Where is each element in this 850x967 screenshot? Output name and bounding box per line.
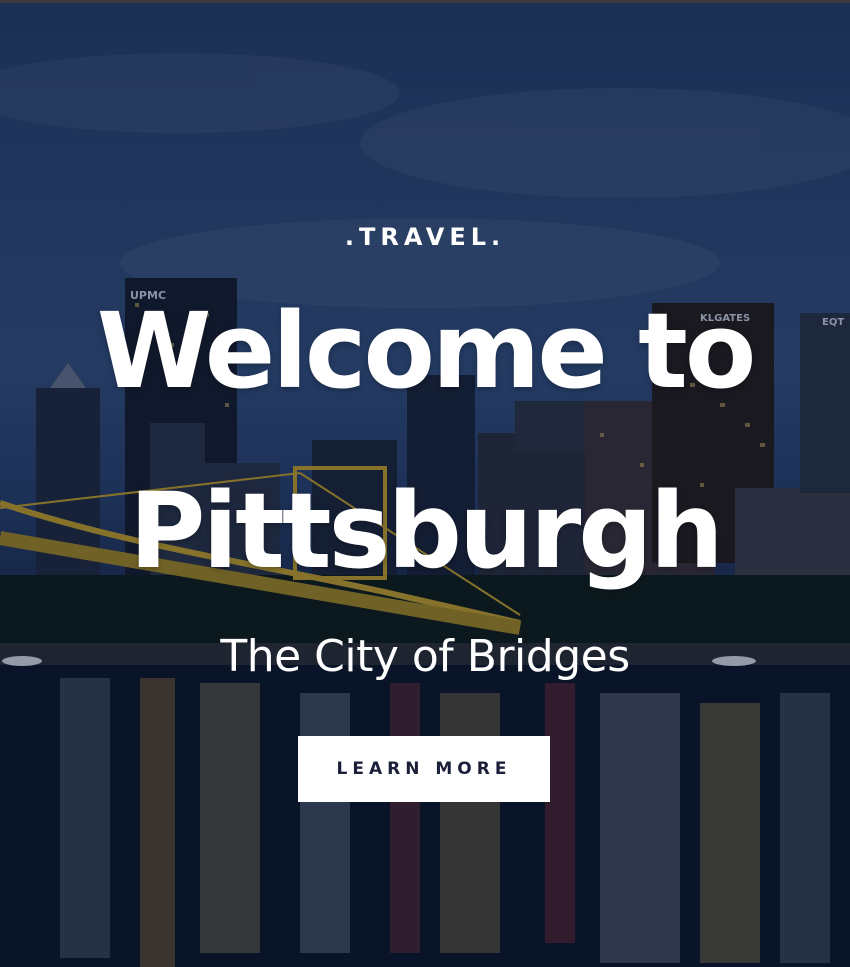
hero-section: UPMC KLGATES EQT .TRAVEL. Welcome to Pit… [0, 0, 850, 967]
hero-content: .TRAVEL. Welcome to Pittsburgh The City … [0, 3, 850, 967]
hero-subtitle: The City of Bridges [220, 631, 630, 682]
hero-title-line-2: Pittsburgh [129, 470, 723, 592]
eyebrow-label: .TRAVEL. [344, 223, 506, 251]
hero-title-line-1: Welcome to [96, 290, 757, 412]
learn-more-button[interactable]: LEARN MORE [298, 736, 550, 802]
